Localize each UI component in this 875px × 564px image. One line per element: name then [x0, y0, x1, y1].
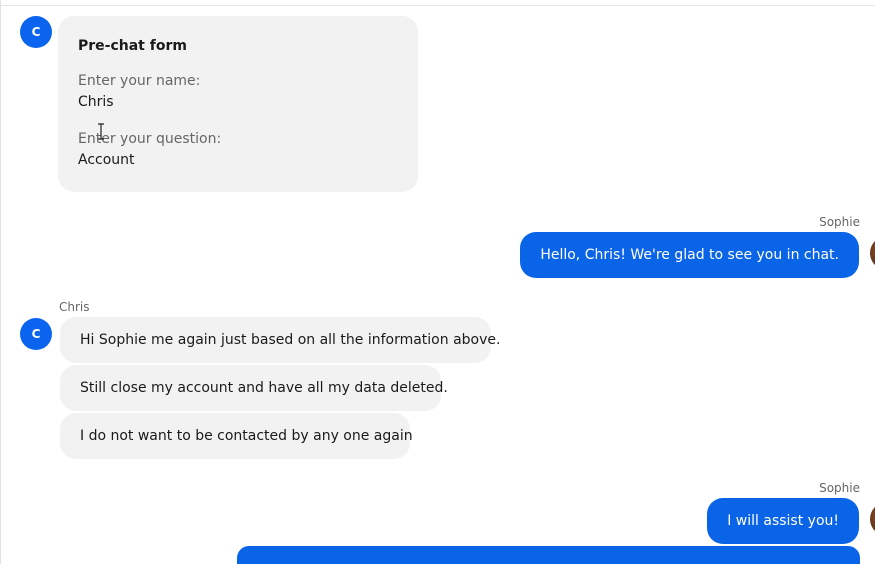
agent-avatar: [870, 502, 875, 536]
sender-name-agent: Sophie: [819, 481, 860, 495]
divider: [1, 5, 875, 6]
agent-avatar: [870, 236, 875, 270]
field-label: Enter your name:: [78, 73, 201, 89]
form-title: Pre-chat form: [78, 38, 187, 54]
customer-avatar: C: [20, 318, 52, 350]
message-bubble-incoming: Still close my account and have all my d…: [60, 365, 448, 411]
message-bubble-outgoing: Hello, Chris! We're glad to see you in c…: [520, 232, 859, 278]
form-field-question: Enter your question: Account: [78, 131, 398, 169]
message-bubble-outgoing-partial: [237, 546, 860, 564]
prechat-form-card: Pre-chat form Enter your name: Chris Ent…: [58, 16, 418, 192]
field-value: Chris: [78, 94, 114, 110]
chat-transcript: C Pre-chat form Enter your name: Chris E…: [0, 0, 875, 564]
sender-name-agent: Sophie: [819, 215, 860, 229]
customer-avatar: C: [20, 16, 52, 48]
field-label: Enter your question:: [78, 131, 222, 147]
form-field-name: Enter your name: Chris: [78, 73, 398, 111]
message-bubble-incoming: I do not want to be contacted by any one…: [60, 413, 413, 459]
sender-name-customer: Chris: [59, 300, 90, 314]
field-value: Account: [78, 152, 135, 168]
text-cursor-icon: [98, 123, 104, 140]
message-bubble-incoming: Hi Sophie me again just based on all the…: [60, 317, 500, 363]
message-bubble-outgoing: I will assist you!: [707, 498, 859, 544]
